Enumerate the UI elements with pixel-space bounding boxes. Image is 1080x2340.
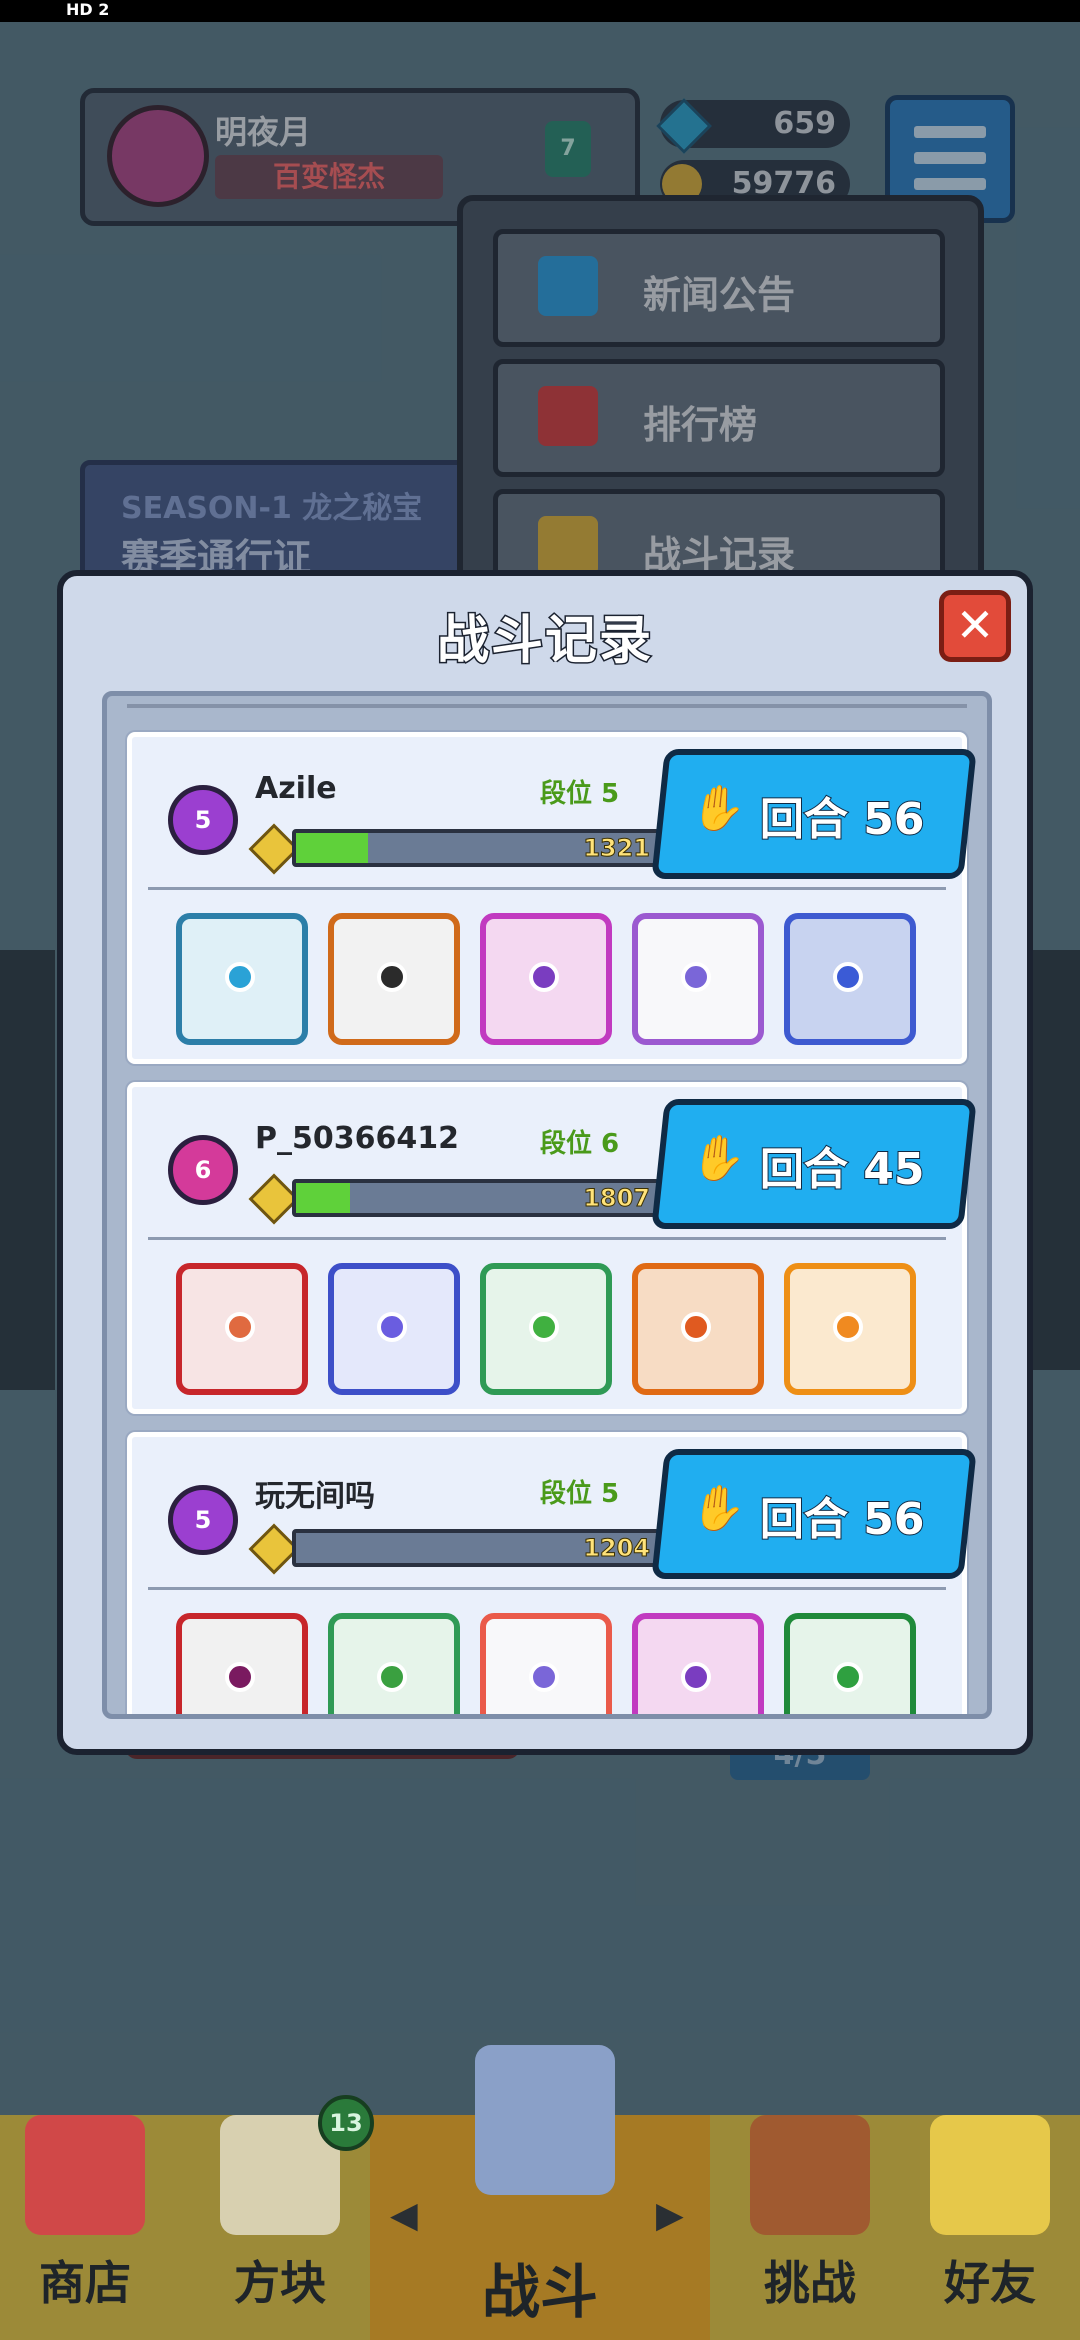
- dice-pip: [681, 1312, 711, 1342]
- round-button[interactable]: ✋ 回合 45: [651, 1099, 977, 1229]
- handshake-icon: ✋: [688, 1483, 749, 1534]
- xp-bar: 1807: [292, 1179, 660, 1217]
- tab-friends[interactable]: 好友: [900, 2115, 1080, 2340]
- list-top-edge: [127, 704, 967, 708]
- divider: [148, 1587, 946, 1590]
- rank-badge: 5: [168, 785, 238, 855]
- rank-number: 5: [194, 1506, 212, 1534]
- close-icon: ✕: [955, 598, 995, 652]
- tab-challenge[interactable]: 挑战: [720, 2115, 900, 2340]
- moon-dice-icon[interactable]: [328, 1263, 460, 1395]
- fire-dice-icon[interactable]: [632, 1263, 764, 1395]
- xp-value: 1807: [583, 1184, 651, 1213]
- nav-right-arrow[interactable]: ▶: [656, 2195, 684, 2236]
- divider: [148, 1237, 946, 1240]
- gun-dice-icon[interactable]: [328, 913, 460, 1045]
- round-button[interactable]: ✋ 回合 56: [651, 749, 977, 879]
- dice-pip: [681, 962, 711, 992]
- rank-number: 6: [194, 1156, 212, 1184]
- saw-dice-icon[interactable]: [176, 1613, 308, 1714]
- player-name: 玩无间吗: [255, 1479, 375, 1514]
- record-card[interactable]: 5 玩无间吗 段位 5 1204 ✋ 回合 56: [127, 1432, 977, 1714]
- dice-pip: [833, 1312, 863, 1342]
- gear-dice-icon[interactable]: [784, 913, 916, 1045]
- round-label: 回合 45: [759, 1143, 926, 1196]
- challenge-icon: [750, 2115, 870, 2235]
- seal-dice-icon[interactable]: [480, 1263, 612, 1395]
- status-bar: HD 2: [0, 0, 1080, 22]
- hd-indicator: HD 2: [66, 0, 110, 19]
- dice-pip: [225, 1312, 255, 1342]
- xp-value: 1204: [583, 1534, 651, 1563]
- round-label: 回合 56: [759, 793, 926, 846]
- shop-icon: [25, 2115, 145, 2235]
- dice-pip: [529, 1662, 559, 1692]
- tier-label: 段位 5: [540, 1479, 620, 1509]
- round-button[interactable]: ✋ 回合 56: [651, 1449, 977, 1579]
- tab-label: 方块: [234, 2256, 326, 2310]
- friends-icon: [930, 2115, 1050, 2235]
- round-label: 回合 56: [759, 1493, 926, 1546]
- grass-dice-icon[interactable]: [784, 1613, 916, 1714]
- dice-pip: [681, 1662, 711, 1692]
- rainbow-dice-icon[interactable]: [632, 913, 764, 1045]
- notification-badge: 13: [318, 2095, 374, 2151]
- target-dice-icon[interactable]: [784, 1263, 916, 1395]
- player-name: Azile: [255, 771, 337, 806]
- tab-label: 商店: [39, 2256, 131, 2310]
- dice-pip: [833, 1662, 863, 1692]
- arrow-dice-icon[interactable]: [480, 913, 612, 1045]
- dice-pip: [833, 962, 863, 992]
- prism-dice-icon[interactable]: [480, 1613, 612, 1714]
- xp-fill: [296, 833, 368, 863]
- record-list[interactable]: 5 Azile 段位 5 1321 ✋ 回合 56 6 P_50366412 段…: [102, 691, 992, 1719]
- battle-icon: [475, 2045, 615, 2195]
- handshake-icon: ✋: [688, 1133, 749, 1184]
- vortex-dice-icon[interactable]: [176, 913, 308, 1045]
- xp-value: 1321: [583, 834, 651, 863]
- tab-battle[interactable]: 战斗: [450, 2045, 630, 2340]
- modal-title: 战斗记录: [435, 610, 653, 673]
- rank-badge: 6: [168, 1135, 238, 1205]
- tab-label: 战斗: [481, 2258, 598, 2326]
- xp-fill: [296, 1183, 350, 1213]
- rank-number: 5: [194, 806, 212, 834]
- bottom-nav: 商店 方块 ◀ 战斗 ▶ 挑战 好友: [0, 2045, 1080, 2340]
- player-name: P_50366412: [255, 1121, 459, 1156]
- dice-pip: [377, 1662, 407, 1692]
- tier-label: 段位 6: [540, 1129, 620, 1159]
- dice-pip: [377, 962, 407, 992]
- handshake-icon: ✋: [688, 783, 749, 834]
- xp-bar: 1321: [292, 829, 660, 867]
- dice-pip: [225, 962, 255, 992]
- record-card[interactable]: 5 Azile 段位 5 1321 ✋ 回合 56: [127, 732, 977, 1064]
- rank-badge: 5: [168, 1485, 238, 1555]
- record-card[interactable]: 6 P_50366412 段位 6 1807 ✋ 回合 45: [127, 1082, 977, 1414]
- green-seal-dice-icon[interactable]: [328, 1613, 460, 1714]
- dice-pip: [529, 1312, 559, 1342]
- dice-pip: [377, 1312, 407, 1342]
- nav-left-arrow[interactable]: ◀: [390, 2195, 418, 2236]
- dice-pip: [529, 962, 559, 992]
- tab-label: 挑战: [764, 2256, 856, 2310]
- star-dice-icon[interactable]: [176, 1263, 308, 1395]
- divider: [148, 887, 946, 890]
- close-button[interactable]: ✕: [939, 590, 1011, 662]
- dice-pip: [225, 1662, 255, 1692]
- battle-record-modal: 战斗记录 ✕ 5 Azile 段位 5 1321 ✋ 回合 56 6 P_503…: [57, 570, 1033, 1755]
- arrow-dice-icon[interactable]: [632, 1613, 764, 1714]
- xp-bar: 1204: [292, 1529, 660, 1567]
- tab-label: 好友: [944, 2256, 1036, 2310]
- tier-label: 段位 5: [540, 779, 620, 809]
- tab-shop[interactable]: 商店: [0, 2115, 170, 2340]
